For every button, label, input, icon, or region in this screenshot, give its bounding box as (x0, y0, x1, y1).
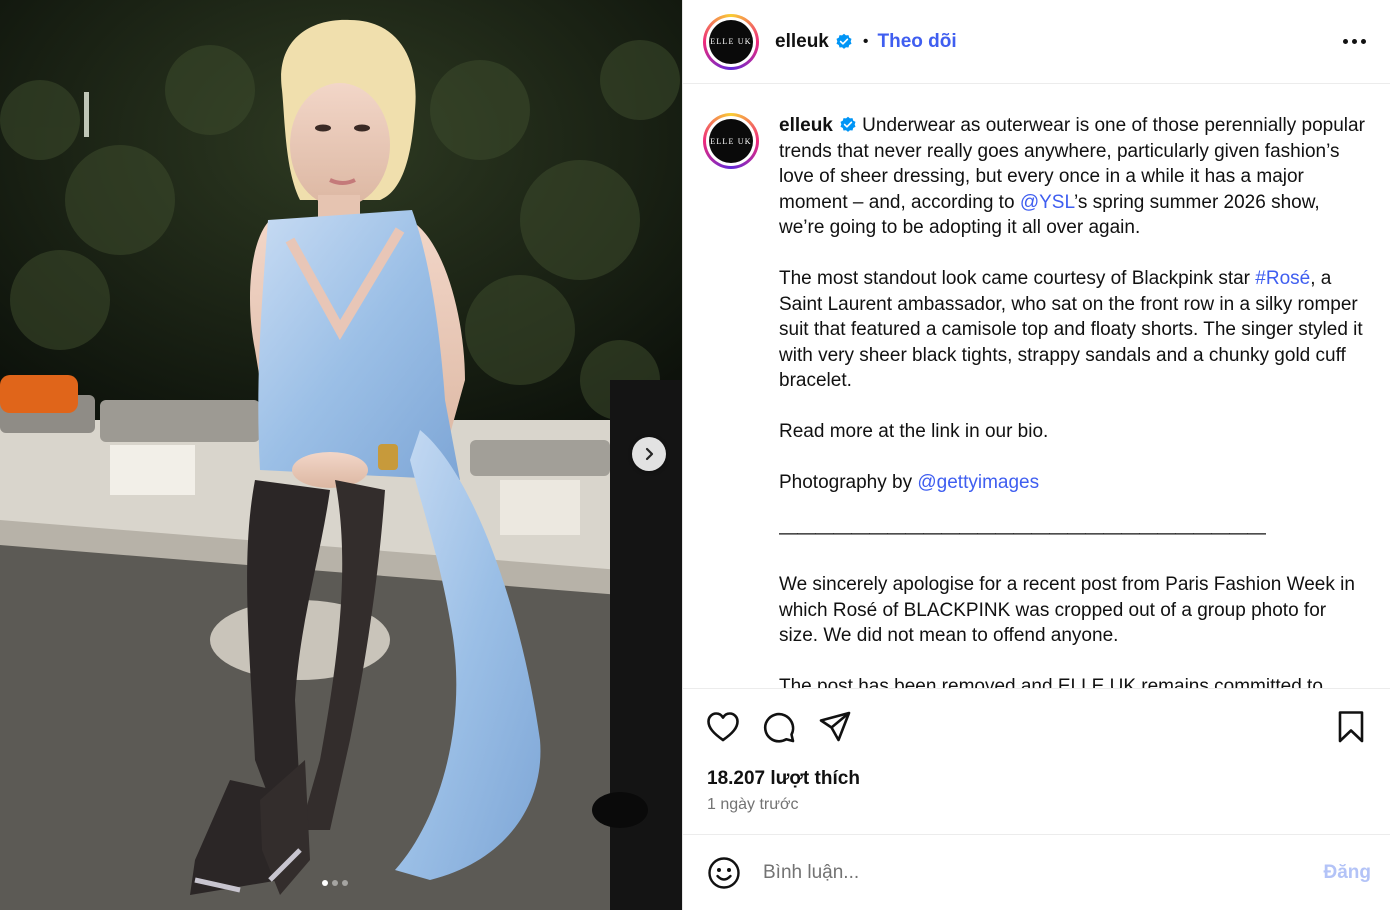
avatar-logo: ELLE UK (709, 19, 753, 64)
carousel-dot (332, 880, 338, 886)
comment-bar: Đăng (683, 834, 1390, 910)
paper-plane-icon (819, 711, 851, 742)
caption-section[interactable]: ELLE UK elleuk Underwear as outerwear is… (683, 85, 1390, 688)
avatar-logo: ELLE UK (709, 119, 753, 163)
post-media[interactable] (0, 0, 682, 910)
share-button[interactable] (817, 709, 853, 745)
hashtag-link-rose[interactable]: #Rosé (1255, 268, 1310, 289)
caption-username[interactable]: elleuk (779, 115, 833, 136)
caption-paragraph-5: We sincerely apologise for a recent post… (779, 574, 1355, 646)
comment-bubble-icon (763, 712, 795, 743)
post-timestamp[interactable]: 1 ngày trước (707, 796, 798, 814)
verified-badge-icon (835, 33, 853, 51)
like-count[interactable]: 18.207 lượt thích (707, 768, 860, 790)
caption-paragraph-3: Read more at the link in our bio. (779, 421, 1049, 442)
verified-badge-icon (839, 116, 857, 134)
save-button[interactable] (1333, 709, 1369, 745)
bookmark-icon (1338, 711, 1364, 743)
caption-paragraph-6: The post has been removed and ELLE UK re… (779, 676, 1323, 688)
caption-divider: ——————————————————————————— (779, 523, 1266, 544)
post-photo (0, 0, 682, 910)
more-options-icon[interactable] (1339, 31, 1370, 52)
post-comment-button[interactable]: Đăng (1324, 862, 1372, 884)
follow-button[interactable]: Theo dõi (877, 31, 956, 53)
comment-input[interactable] (763, 861, 1324, 884)
carousel-indicator (322, 880, 348, 886)
post-header: ELLE UK elleuk • Theo dõi (683, 0, 1390, 84)
caption-paragraph-2: The most standout look came courtesy of … (779, 268, 1256, 289)
action-icons-row (705, 707, 1369, 747)
like-button[interactable] (705, 709, 741, 745)
smiley-icon[interactable] (707, 856, 741, 890)
comment-button[interactable] (761, 709, 797, 745)
carousel-dot (342, 880, 348, 886)
separator-dot: • (862, 32, 869, 50)
carousel-dot-active (322, 880, 328, 886)
header-username[interactable]: elleuk (775, 31, 829, 53)
chevron-right-icon (645, 447, 654, 461)
caption-paragraph-4: Photography by (779, 472, 918, 493)
mention-link-ysl[interactable]: @YSL (1020, 192, 1074, 213)
heart-icon (707, 712, 739, 742)
carousel-next-button[interactable] (632, 437, 666, 471)
post-actions: 18.207 lượt thích 1 ngày trước (683, 688, 1390, 834)
caption-text: elleuk Underwear as outerwear is one of … (779, 113, 1367, 688)
caption-avatar[interactable]: ELLE UK (703, 113, 759, 169)
mention-link-gettyimages[interactable]: @gettyimages (917, 472, 1039, 493)
avatar[interactable]: ELLE UK (703, 13, 759, 70)
post-detail-panel: ELLE UK elleuk • Theo dõi ELLE UK elleuk… (682, 0, 1390, 910)
